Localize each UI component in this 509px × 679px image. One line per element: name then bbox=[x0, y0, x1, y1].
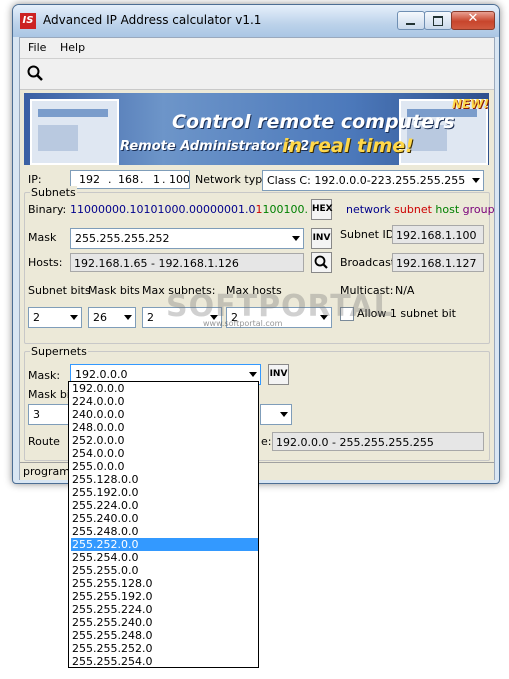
dropdown-option[interactable]: 255.0.0.0 bbox=[71, 460, 258, 473]
subnet-id-label: Subnet ID: bbox=[340, 228, 398, 241]
dropdown-option[interactable]: 255.192.0.0 bbox=[71, 486, 258, 499]
legend-group: group bbox=[462, 203, 495, 216]
banner-new-badge: NEW! bbox=[452, 97, 489, 111]
toolbar bbox=[20, 59, 494, 90]
max-subnets-value: 2 bbox=[147, 311, 154, 324]
color-legend: network subnet host group bbox=[346, 203, 495, 216]
banner-screenshot-left bbox=[30, 99, 119, 165]
ad-banner[interactable]: Control remote computers Remote Administ… bbox=[24, 93, 489, 165]
menu-bar: File Help bbox=[20, 38, 494, 59]
banner-headline: Control remote computers bbox=[172, 111, 455, 133]
dropdown-option[interactable]: 255.224.0.0 bbox=[71, 499, 258, 512]
dropdown-option[interactable]: 254.0.0.0 bbox=[71, 447, 258, 460]
dropdown-option[interactable]: 255.255.240.0 bbox=[71, 616, 258, 629]
dropdown-option[interactable]: 224.0.0.0 bbox=[71, 395, 258, 408]
banner-tagline: in real time! bbox=[282, 135, 414, 157]
mask-label: Mask bbox=[28, 231, 57, 244]
supernets-group-label: Supernets bbox=[30, 345, 88, 358]
broadcast-field: 192.168.1.127 bbox=[392, 253, 484, 272]
binary-label: Binary: bbox=[28, 203, 67, 216]
dropdown-option[interactable]: 255.240.0.0 bbox=[71, 512, 258, 525]
legend-host: host bbox=[435, 203, 460, 216]
binary-value: 11000000.10101000.00000001.01100100. bbox=[70, 203, 308, 216]
chevron-down-icon bbox=[124, 315, 132, 320]
ip-octet-1[interactable]: 192 bbox=[79, 171, 100, 188]
search-icon[interactable] bbox=[26, 64, 46, 84]
dropdown-option[interactable]: 255.128.0.0 bbox=[71, 473, 258, 486]
subnet-bits-label: Subnet bits bbox=[28, 284, 91, 297]
binary-host-part: 100100. bbox=[262, 203, 308, 216]
legend-subnet: subnet bbox=[394, 203, 432, 216]
ip-octet-2[interactable]: 168 bbox=[118, 171, 139, 188]
mask-bits-select[interactable]: 26 bbox=[88, 307, 136, 328]
ip-label: IP: bbox=[28, 173, 42, 186]
range-label: e: bbox=[261, 435, 272, 448]
dropdown-option[interactable]: 255.255.0.0 bbox=[71, 564, 258, 577]
subnet-bits-select[interactable]: 2 bbox=[28, 307, 82, 328]
subnets-group-label: Subnets bbox=[30, 186, 77, 199]
chevron-down-icon bbox=[292, 236, 300, 241]
route-label: Route bbox=[28, 435, 60, 448]
hosts-search-button[interactable] bbox=[311, 252, 332, 273]
mask-bits-value: 26 bbox=[93, 311, 107, 324]
dropdown-option[interactable]: 248.0.0.0 bbox=[71, 421, 258, 434]
dropdown-option[interactable]: 255.254.0.0 bbox=[71, 551, 258, 564]
dropdown-option-selected[interactable]: 255.252.0.0 bbox=[71, 538, 258, 551]
menu-file[interactable]: File bbox=[28, 41, 46, 54]
hosts-range-field: 192.168.1.65 - 192.168.1.126 bbox=[70, 253, 304, 272]
chevron-down-icon bbox=[70, 315, 78, 320]
dropdown-option[interactable]: 255.248.0.0 bbox=[71, 525, 258, 538]
dropdown-option[interactable]: 252.0.0.0 bbox=[71, 434, 258, 447]
binary-network-part: 11000000.10101000.00000001.0 bbox=[70, 203, 256, 216]
supernet-mask-label: Mask: bbox=[28, 369, 61, 382]
subnet-inv-button[interactable]: INV bbox=[311, 228, 332, 249]
dropdown-option[interactable]: 240.0.0.0 bbox=[71, 408, 258, 421]
dropdown-option[interactable]: 255.255.254.0 bbox=[71, 655, 258, 667]
window-title: Advanced IP Address calculator v1.1 bbox=[43, 13, 262, 27]
supernet-mask-dropdown-list[interactable]: 192.0.0.0 224.0.0.0 240.0.0.0 248.0.0.0 … bbox=[68, 381, 259, 668]
ip-octet-4[interactable]: 100 bbox=[169, 171, 189, 188]
supernet-range-field: 192.0.0.0 - 255.255.255.255 bbox=[272, 432, 484, 451]
mask-bits-label: Mask bits bbox=[88, 284, 140, 297]
chevron-down-icon bbox=[280, 412, 288, 417]
network-type-value: Class C: 192.0.0.0-223.255.255.255 bbox=[267, 174, 466, 187]
supernet-right-select[interactable] bbox=[260, 404, 292, 425]
subnet-mask-select[interactable]: 255.255.255.252 bbox=[70, 228, 304, 249]
multicast-field: N/A bbox=[395, 284, 415, 297]
magnifier-icon bbox=[314, 255, 328, 269]
supernet-mask-bits-value: 3 bbox=[33, 408, 40, 421]
network-type-select[interactable]: Class C: 192.0.0.0-223.255.255.255 bbox=[262, 170, 484, 191]
app-icon: IS bbox=[20, 13, 36, 29]
hex-button[interactable]: HEX bbox=[311, 199, 333, 220]
dropdown-option[interactable]: 255.255.128.0 bbox=[71, 577, 258, 590]
supernet-inv-button[interactable]: INV bbox=[268, 364, 289, 385]
ip-octet-3[interactable]: 1 bbox=[153, 171, 160, 188]
dropdown-option[interactable]: 255.255.248.0 bbox=[71, 629, 258, 642]
dropdown-option[interactable]: 255.255.192.0 bbox=[71, 590, 258, 603]
ip-address-input[interactable]: 192 . 168 . 1 . 100 bbox=[70, 170, 190, 189]
subnet-id-field: 192.168.1.100 bbox=[392, 225, 484, 244]
minimize-button[interactable] bbox=[397, 11, 425, 30]
banner-product: Remote Administrator 2.2 bbox=[120, 139, 310, 154]
maximize-button[interactable] bbox=[424, 11, 452, 30]
watermark-url: www.softportal.com bbox=[203, 319, 283, 328]
dropdown-option[interactable]: 255.255.224.0 bbox=[71, 603, 258, 616]
title-bar[interactable]: IS Advanced IP Address calculator v1.1 ✕ bbox=[13, 5, 499, 37]
dropdown-option[interactable]: 255.255.252.0 bbox=[71, 642, 258, 655]
hosts-label: Hosts: bbox=[28, 256, 63, 269]
broadcast-label: Broadcast: bbox=[340, 256, 399, 269]
chevron-down-icon bbox=[249, 372, 257, 377]
subnet-mask-value: 255.255.255.252 bbox=[75, 232, 170, 245]
menu-help[interactable]: Help bbox=[60, 41, 85, 54]
supernet-mask-bits-select[interactable]: 3 bbox=[28, 404, 72, 425]
supernet-mask-value: 192.0.0.0 bbox=[75, 368, 128, 381]
dropdown-option[interactable]: 192.0.0.0 bbox=[71, 382, 258, 395]
legend-network: network bbox=[346, 203, 391, 216]
chevron-down-icon bbox=[472, 178, 480, 183]
subnet-bits-value: 2 bbox=[33, 311, 40, 324]
close-icon: ✕ bbox=[467, 11, 479, 26]
close-button[interactable]: ✕ bbox=[451, 11, 495, 30]
